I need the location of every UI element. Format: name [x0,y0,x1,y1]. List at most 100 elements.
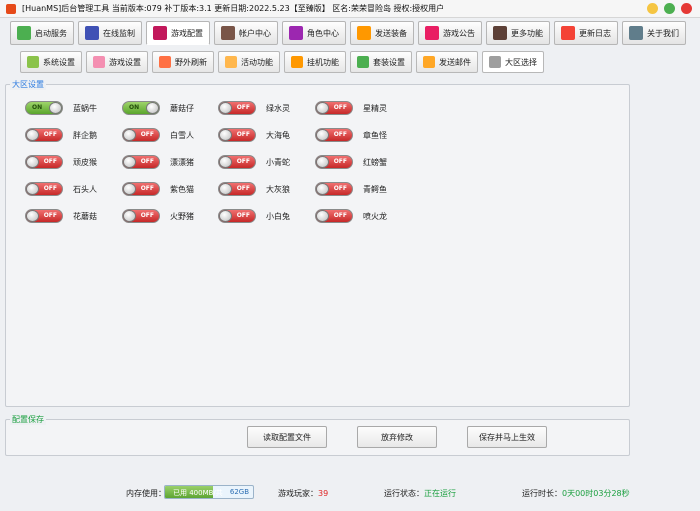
toggle-knob [219,129,232,141]
region-toggle-switch[interactable]: OFF [25,209,63,223]
region-toggle-switch[interactable]: OFF [315,155,353,169]
settings-tabs: 系统设置 游戏设置 野外刷新 活动功能 挂机功能 套装设置 发送邮件 大区选择 [20,51,544,73]
run-state-value: 正在运行 [424,489,456,498]
tab-system-settings[interactable]: 系统设置 [20,51,82,73]
region-toggle-item: OFF 青鳄鱼 [315,182,387,196]
toggle-state-text: OFF [333,158,347,165]
afk-functions-icon [291,56,303,68]
toolbar-start-service-button[interactable]: 启动服务 [10,21,74,45]
minimize-icon[interactable] [647,3,658,14]
region-toggle-item: OFF 顽皮猴 [25,155,97,169]
run-time-value: 0天00时03分28秒 [562,489,630,498]
region-toggle-item: OFF 星精灵 [315,101,387,115]
region-toggle-switch[interactable]: OFF [122,182,160,196]
toolbar-more-functions-button[interactable]: 更多功能 [486,21,550,45]
region-toggle-switch[interactable]: OFF [25,182,63,196]
region-toggle-switch[interactable]: OFF [122,209,160,223]
region-toggle-switch[interactable]: OFF [218,101,256,115]
region-toggle-item: OFF 花蘑菇 [25,209,97,223]
region-toggle-switch[interactable]: OFF [122,128,160,142]
toggle-knob [123,156,136,168]
region-settings-title: 大区设置 [10,79,46,90]
toggle-state-text: OFF [43,131,57,138]
toggle-state-text: OFF [236,212,250,219]
region-toggle-item: OFF 白雪人 [122,128,194,142]
toolbar-account-center-button[interactable]: 帐户中心 [214,21,278,45]
toolbar-online-monitor-button[interactable]: 在线监制 [78,21,142,45]
toggle-state-text: OFF [236,131,250,138]
region-toggle-switch[interactable]: OFF [315,182,353,196]
toggle-state-text: OFF [140,185,154,192]
toolbar-game-config-button[interactable]: 游戏配置 [146,21,210,45]
region-name: 章鱼怪 [363,130,387,140]
discard-changes-button[interactable]: 放弃修改 [357,426,437,448]
tab-region-select[interactable]: 大区选择 [482,51,544,73]
tab-afk-functions[interactable]: 挂机功能 [284,51,346,73]
close-icon[interactable] [681,3,692,14]
toggle-state-text: OFF [236,104,250,111]
toolbar-button-label: 关于我们 [647,28,679,38]
region-toggle-switch[interactable]: OFF [315,209,353,223]
memory-total-text: 62GB [229,488,249,496]
toolbar-button-label: 更新日志 [579,28,611,38]
region-toggle-switch[interactable]: OFF [25,155,63,169]
region-toggle-switch[interactable]: OFF [218,182,256,196]
region-name: 大灰狼 [266,184,290,194]
toggle-state-text: OFF [43,158,57,165]
status-bar: 内存使用： 已用 400MB/共 62GB 游戏玩家：39 运行状态：正在运行 … [0,480,700,504]
tab-send-mail[interactable]: 发送邮件 [416,51,478,73]
region-toggle-switch[interactable]: OFF [218,209,256,223]
region-toggle-switch[interactable]: ON [122,101,160,115]
toolbar-send-equipment-button[interactable]: 发送装备 [350,21,414,45]
region-name: 紫色猫 [170,184,194,194]
region-name: 顽皮猴 [73,157,97,167]
load-config-button[interactable]: 读取配置文件 [247,426,327,448]
system-settings-icon [27,56,39,68]
tab-field-refresh[interactable]: 野外刷新 [152,51,214,73]
region-toggle-item: OFF 胖企鹅 [25,128,97,142]
region-toggle-switch[interactable]: OFF [218,128,256,142]
toggle-knob [146,102,159,114]
run-time: 运行时长：0天00时03分28秒 [522,488,630,499]
region-toggle-switch[interactable]: OFF [315,128,353,142]
region-name: 大海龟 [266,130,290,140]
toggle-knob [316,102,329,114]
send-mail-icon [423,56,435,68]
tab-set-settings[interactable]: 套装设置 [350,51,412,73]
window-controls [647,3,692,14]
region-toggle-item: ON 蘑菇仔 [122,101,194,115]
region-toggle-item: OFF 紫色猫 [122,182,194,196]
toggle-state-text: OFF [140,131,154,138]
tab-event-functions[interactable]: 活动功能 [218,51,280,73]
region-name: 绿水灵 [266,103,290,113]
run-time-label: 运行时长： [522,489,562,498]
run-state-label: 运行状态： [384,489,424,498]
start-service-icon [17,26,31,40]
about-us-icon [629,26,643,40]
toolbar-update-log-button[interactable]: 更新日志 [554,21,618,45]
memory-used-text: 已用 400MB/共 [173,489,223,497]
region-toggle-switch[interactable]: ON [25,101,63,115]
region-name: 花蘑菇 [73,211,97,221]
toggle-state-text: OFF [140,212,154,219]
toolbar-about-us-button[interactable]: 关于我们 [622,21,686,45]
online-monitor-icon [85,26,99,40]
region-name: 喷火龙 [363,211,387,221]
toolbar-button-label: 更多功能 [511,28,543,38]
toggle-state-text: OFF [333,185,347,192]
toggle-state-text: OFF [236,185,250,192]
toggle-state-text: ON [129,104,140,111]
region-toggle-switch[interactable]: OFF [218,155,256,169]
region-toggle-switch[interactable]: OFF [25,128,63,142]
maximize-icon[interactable] [664,3,675,14]
region-toggle-switch[interactable]: OFF [122,155,160,169]
region-name: 红螃蟹 [363,157,387,167]
toolbar-game-notice-button[interactable]: 游戏公告 [418,21,482,45]
tab-game-settings[interactable]: 游戏设置 [86,51,148,73]
toggle-state-text: OFF [43,212,57,219]
tab-label: 发送邮件 [439,57,471,67]
region-toggle-switch[interactable]: OFF [315,101,353,115]
game-settings-icon [93,56,105,68]
save-apply-button[interactable]: 保存并马上生效 [467,426,547,448]
toolbar-character-center-button[interactable]: 角色中心 [282,21,346,45]
